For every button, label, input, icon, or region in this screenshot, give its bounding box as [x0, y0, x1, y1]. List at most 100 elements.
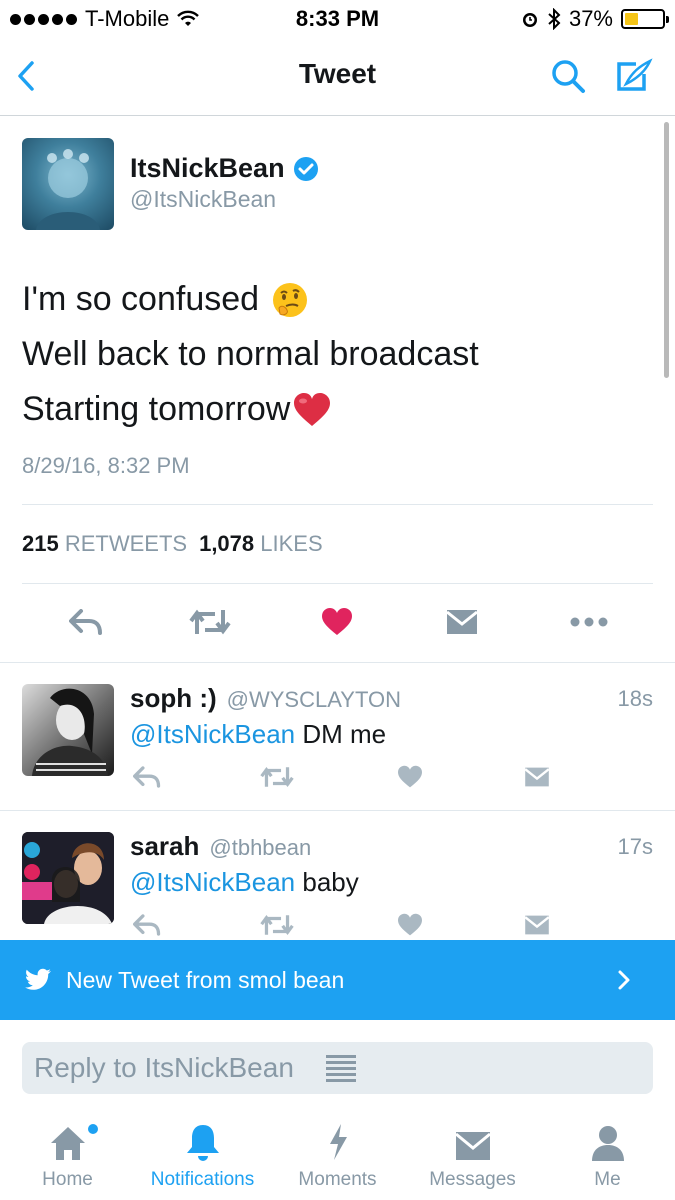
reply-avatar[interactable] — [22, 832, 114, 924]
thinking-face-emoji-icon — [273, 282, 308, 317]
tweet-line-2: Well back to normal broadcast — [22, 327, 479, 382]
battery-level — [625, 13, 639, 25]
divider — [22, 504, 653, 505]
retweet-button[interactable] — [260, 910, 294, 940]
reply-button[interactable] — [130, 762, 164, 792]
reply-button[interactable] — [130, 910, 164, 940]
retweet-button[interactable] — [260, 762, 294, 792]
reply-text: @ItsNickBean DM me — [130, 719, 386, 750]
search-button[interactable] — [546, 54, 590, 98]
red-heart-emoji-icon — [294, 392, 331, 426]
reply-avatar[interactable] — [22, 684, 114, 776]
retweets-count: 215 — [22, 531, 59, 556]
reply-icon — [69, 609, 102, 635]
tab-moments-icon-wrap — [326, 1110, 350, 1162]
reply-body: baby — [302, 867, 359, 897]
tab-messages-icon-wrap — [454, 1110, 492, 1162]
reply-timestamp: 18s — [617, 686, 653, 711]
direct-message-button[interactable] — [440, 600, 484, 644]
reply-button[interactable] — [64, 600, 108, 644]
retweets-stat[interactable]: 215 RETWEETS — [22, 531, 187, 557]
mention-link[interactable]: @ItsNickBean — [130, 719, 295, 749]
lightning-icon — [329, 1124, 347, 1160]
tab-label: Me — [594, 1169, 621, 1190]
person-icon — [591, 1126, 624, 1161]
likes-stat[interactable]: 1,078 LIKES — [199, 531, 323, 557]
reply-icon — [133, 914, 161, 936]
status-bar: T-Mobile 8:33 PM 37% — [0, 0, 675, 40]
tweet-actions — [0, 600, 675, 644]
text-cursor-lines-icon — [326, 1055, 356, 1082]
more-dots-icon — [570, 617, 608, 627]
tweet-line-2-text: Well back to normal broadcast — [22, 335, 479, 373]
reply-actions — [130, 910, 570, 940]
tweet-line-3: Starting tomorrow — [22, 382, 479, 437]
tab-messages[interactable]: Messages — [405, 1110, 540, 1200]
like-button[interactable] — [315, 600, 359, 644]
tab-home-icon-wrap — [48, 1110, 98, 1162]
envelope-icon — [454, 1132, 491, 1160]
section-divider — [0, 810, 675, 811]
direct-message-button[interactable] — [520, 762, 554, 792]
reply-actions — [130, 762, 570, 792]
home-icon — [50, 1127, 85, 1160]
heart-icon — [398, 913, 422, 936]
search-icon — [552, 60, 585, 93]
envelope-icon — [524, 915, 550, 935]
envelope-icon — [524, 767, 550, 787]
retweet-button[interactable] — [188, 600, 232, 644]
tab-me-icon-wrap — [590, 1110, 626, 1162]
reply-header: sarah @tbhbean — [130, 831, 311, 862]
reply-author-name[interactable]: sarah — [130, 831, 199, 862]
new-tweet-banner[interactable]: New Tweet from smol bean — [0, 940, 675, 1020]
tab-home[interactable]: Home — [0, 1110, 135, 1200]
author-name-text: ItsNickBean — [130, 153, 285, 183]
tab-label: Notifications — [150, 1169, 255, 1190]
reply-author-handle[interactable]: @tbhbean — [209, 835, 311, 861]
envelope-icon — [446, 610, 478, 634]
compose-button[interactable] — [612, 54, 656, 98]
reply-input[interactable] — [34, 1052, 326, 1084]
tab-label: Home — [42, 1169, 93, 1190]
battery-icon — [621, 9, 669, 29]
banner-text: New Tweet from smol bean — [66, 966, 345, 993]
more-button[interactable] — [567, 600, 611, 644]
tweet-line-1: I'm so confused — [22, 272, 479, 327]
bell-icon — [186, 1125, 219, 1161]
reply-composer[interactable] — [22, 1042, 653, 1094]
tab-notifications[interactable]: Notifications — [135, 1110, 270, 1200]
reply-icon — [133, 766, 161, 788]
mention-link[interactable]: @ItsNickBean — [130, 867, 295, 897]
tab-me[interactable]: Me — [540, 1110, 675, 1200]
alarm-icon — [521, 10, 539, 28]
reply-timestamp: 17s — [617, 834, 653, 859]
heart-icon — [398, 765, 422, 788]
retweet-icon — [260, 767, 294, 787]
like-button[interactable] — [393, 910, 427, 940]
notification-dot — [87, 1124, 98, 1134]
retweet-icon — [189, 609, 231, 635]
divider — [22, 583, 653, 584]
verified-badge-icon — [293, 156, 318, 181]
status-right: 37% — [521, 6, 669, 32]
author-name[interactable]: ItsNickBean — [130, 153, 319, 184]
direct-message-button[interactable] — [520, 910, 554, 940]
tab-bar: Home Notifications Moments Messages Me — [0, 1110, 675, 1200]
scrollbar[interactable] — [664, 122, 669, 378]
compose-icon — [617, 58, 653, 91]
likes-label: LIKES — [260, 531, 323, 556]
reply-text: @ItsNickBean baby — [130, 867, 359, 898]
reply-author-handle[interactable]: @WYSCLAYTON — [227, 687, 401, 713]
like-button[interactable] — [393, 762, 427, 792]
author-handle[interactable]: @ItsNickBean — [130, 186, 276, 213]
tab-moments[interactable]: Moments — [270, 1110, 405, 1200]
bluetooth-icon — [547, 8, 561, 30]
tab-label: Messages — [429, 1169, 516, 1190]
section-divider — [0, 662, 675, 663]
battery-percent: 37% — [568, 6, 613, 31]
author-avatar[interactable] — [22, 138, 114, 230]
nav-bar: Tweet — [0, 40, 675, 116]
tweet-line-1-text: I'm so confused — [22, 280, 260, 318]
retweet-icon — [260, 915, 294, 935]
reply-author-name[interactable]: soph :) — [130, 683, 217, 714]
